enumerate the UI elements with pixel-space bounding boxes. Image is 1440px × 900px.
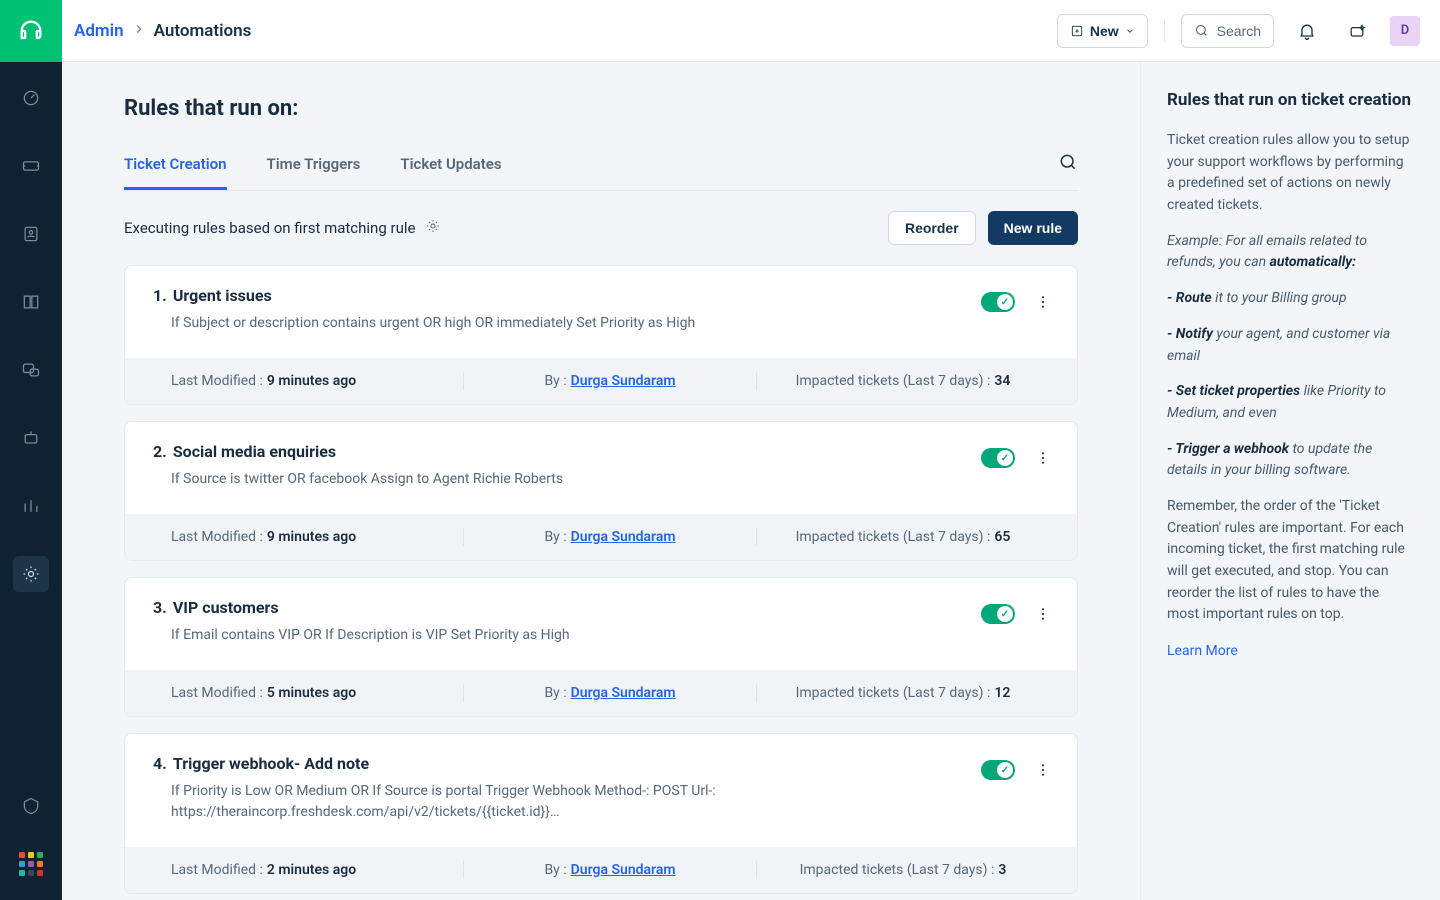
new-button[interactable]: New [1057,14,1148,48]
rule-toggle[interactable]: ✓ [981,604,1015,624]
rule-title: Trigger webhook- Add note [173,754,369,773]
rule-toggle[interactable]: ✓ [981,760,1015,780]
rule-card[interactable]: 2. Social media enquiries If Source is tw… [124,421,1078,561]
rule-author-link[interactable]: Durga Sundaram [571,529,676,545]
nav-apps-icon[interactable] [19,852,43,876]
rule-title: Urgent issues [173,286,272,305]
new-button-label: New [1090,23,1119,39]
rule-description: If Subject or description contains urgen… [153,313,793,334]
rule-author-link[interactable]: Durga Sundaram [571,373,676,389]
nav-settings-icon[interactable] [13,556,49,592]
rule-title: VIP customers [173,598,279,617]
page-title: Rules that run on: [124,96,1078,121]
exec-mode-text: Executing rules based on first matching … [124,219,415,237]
info-bullet: - Notify your agent, and customer via em… [1167,324,1414,367]
rule-card[interactable]: 4. Trigger webhook- Add note If Priority … [124,733,1078,894]
tab-ticket-creation[interactable]: Ticket Creation [124,145,227,190]
rule-number: 2. [153,442,167,461]
info-panel: Rules that run on ticket creation Ticket… [1140,62,1440,900]
rule-footer: Last Modified : 5 minutes ago By : Durga… [125,670,1077,716]
learn-more-link[interactable]: Learn More [1167,643,1238,659]
rule-number: 1. [153,286,167,305]
info-paragraph: Ticket creation rules allow you to setup… [1167,130,1414,217]
chevron-down-icon [1125,26,1135,36]
tabs-row: Ticket Creation Time Triggers Ticket Updat… [124,145,1078,191]
rule-author-link[interactable]: Durga Sundaram [571,862,676,878]
rule-impacted-count: 12 [994,685,1010,701]
global-search-button[interactable]: Search [1181,14,1274,48]
gear-icon[interactable] [425,218,441,238]
freddy-ai-icon[interactable] [1340,14,1374,48]
breadcrumb-current: Automations [154,21,252,41]
user-avatar[interactable]: D [1390,16,1420,46]
rule-author-link[interactable]: Durga Sundaram [571,685,676,701]
rule-modified: 9 minutes ago [267,529,356,545]
exec-row: Executing rules based on first matching … [124,211,1078,245]
rule-title: Social media enquiries [173,442,336,461]
rule-footer: Last Modified : 9 minutes ago By : Durga… [125,514,1077,560]
rule-card[interactable]: 3. VIP customers If Email contains VIP OR… [124,577,1078,717]
rule-number: 4. [153,754,167,773]
info-title: Rules that run on ticket creation [1167,90,1414,110]
rule-toggle[interactable]: ✓ [981,292,1015,312]
nav-help-icon[interactable] [13,788,49,824]
breadcrumb-admin-link[interactable]: Admin [74,21,124,41]
rule-toggle[interactable]: ✓ [981,448,1015,468]
filter-search-icon[interactable] [1058,152,1078,184]
divider [1164,20,1165,42]
search-button-label: Search [1217,23,1261,39]
nav-reports-icon[interactable] [13,488,49,524]
rule-menu-icon[interactable] [1033,604,1053,624]
breadcrumb: Admin Automations [74,21,251,41]
app-logo[interactable] [0,0,62,62]
rule-modified: 9 minutes ago [267,373,356,389]
nav-kb-icon[interactable] [13,284,49,320]
rule-menu-icon[interactable] [1033,448,1053,468]
left-nav [0,0,62,900]
rule-modified: 2 minutes ago [267,862,356,878]
new-rule-button[interactable]: New rule [988,211,1078,245]
info-paragraph: Remember, the order of the 'Ticket Creat… [1167,496,1414,626]
rule-footer: Last Modified : 2 minutes ago By : Durga… [125,847,1077,893]
rule-footer: Last Modified : 9 minutes ago By : Durga… [125,358,1077,404]
rule-impacted-count: 65 [994,529,1010,545]
rule-impacted-count: 3 [998,862,1006,878]
info-bullet: - Trigger a webhook to update the detail… [1167,439,1414,482]
tab-ticket-updates[interactable]: Ticket Updates [400,145,501,190]
plus-box-icon [1070,24,1084,38]
info-example: Example: For all emails related to refun… [1167,231,1414,274]
topbar: Admin Automations New Search D [62,0,1440,62]
rule-card[interactable]: 1. Urgent issues If Subject or descriptio… [124,265,1078,405]
rule-modified: 5 minutes ago [267,685,356,701]
rule-number: 3. [153,598,167,617]
rule-menu-icon[interactable] [1033,292,1053,312]
chevron-right-icon [132,21,146,41]
nav-tickets-icon[interactable] [13,148,49,184]
rule-description: If Source is twitter OR facebook Assign … [153,469,793,490]
info-bullet: - Set ticket properties like Priority to… [1167,381,1414,424]
nav-dashboard-icon[interactable] [13,80,49,116]
nav-contacts-icon[interactable] [13,216,49,252]
nav-bot-icon[interactable] [13,420,49,456]
reorder-button[interactable]: Reorder [888,211,976,245]
notifications-icon[interactable] [1290,14,1324,48]
rule-impacted-count: 34 [994,373,1010,389]
search-icon [1194,23,1209,38]
rule-description: If Priority is Low OR Medium OR If Sourc… [153,781,793,823]
info-bullet: - Route it to your Billing group [1167,288,1414,310]
rule-menu-icon[interactable] [1033,760,1053,780]
nav-social-icon[interactable] [13,352,49,388]
tab-time-triggers[interactable]: Time Triggers [267,145,361,190]
rule-description: If Email contains VIP OR If Description … [153,625,793,646]
